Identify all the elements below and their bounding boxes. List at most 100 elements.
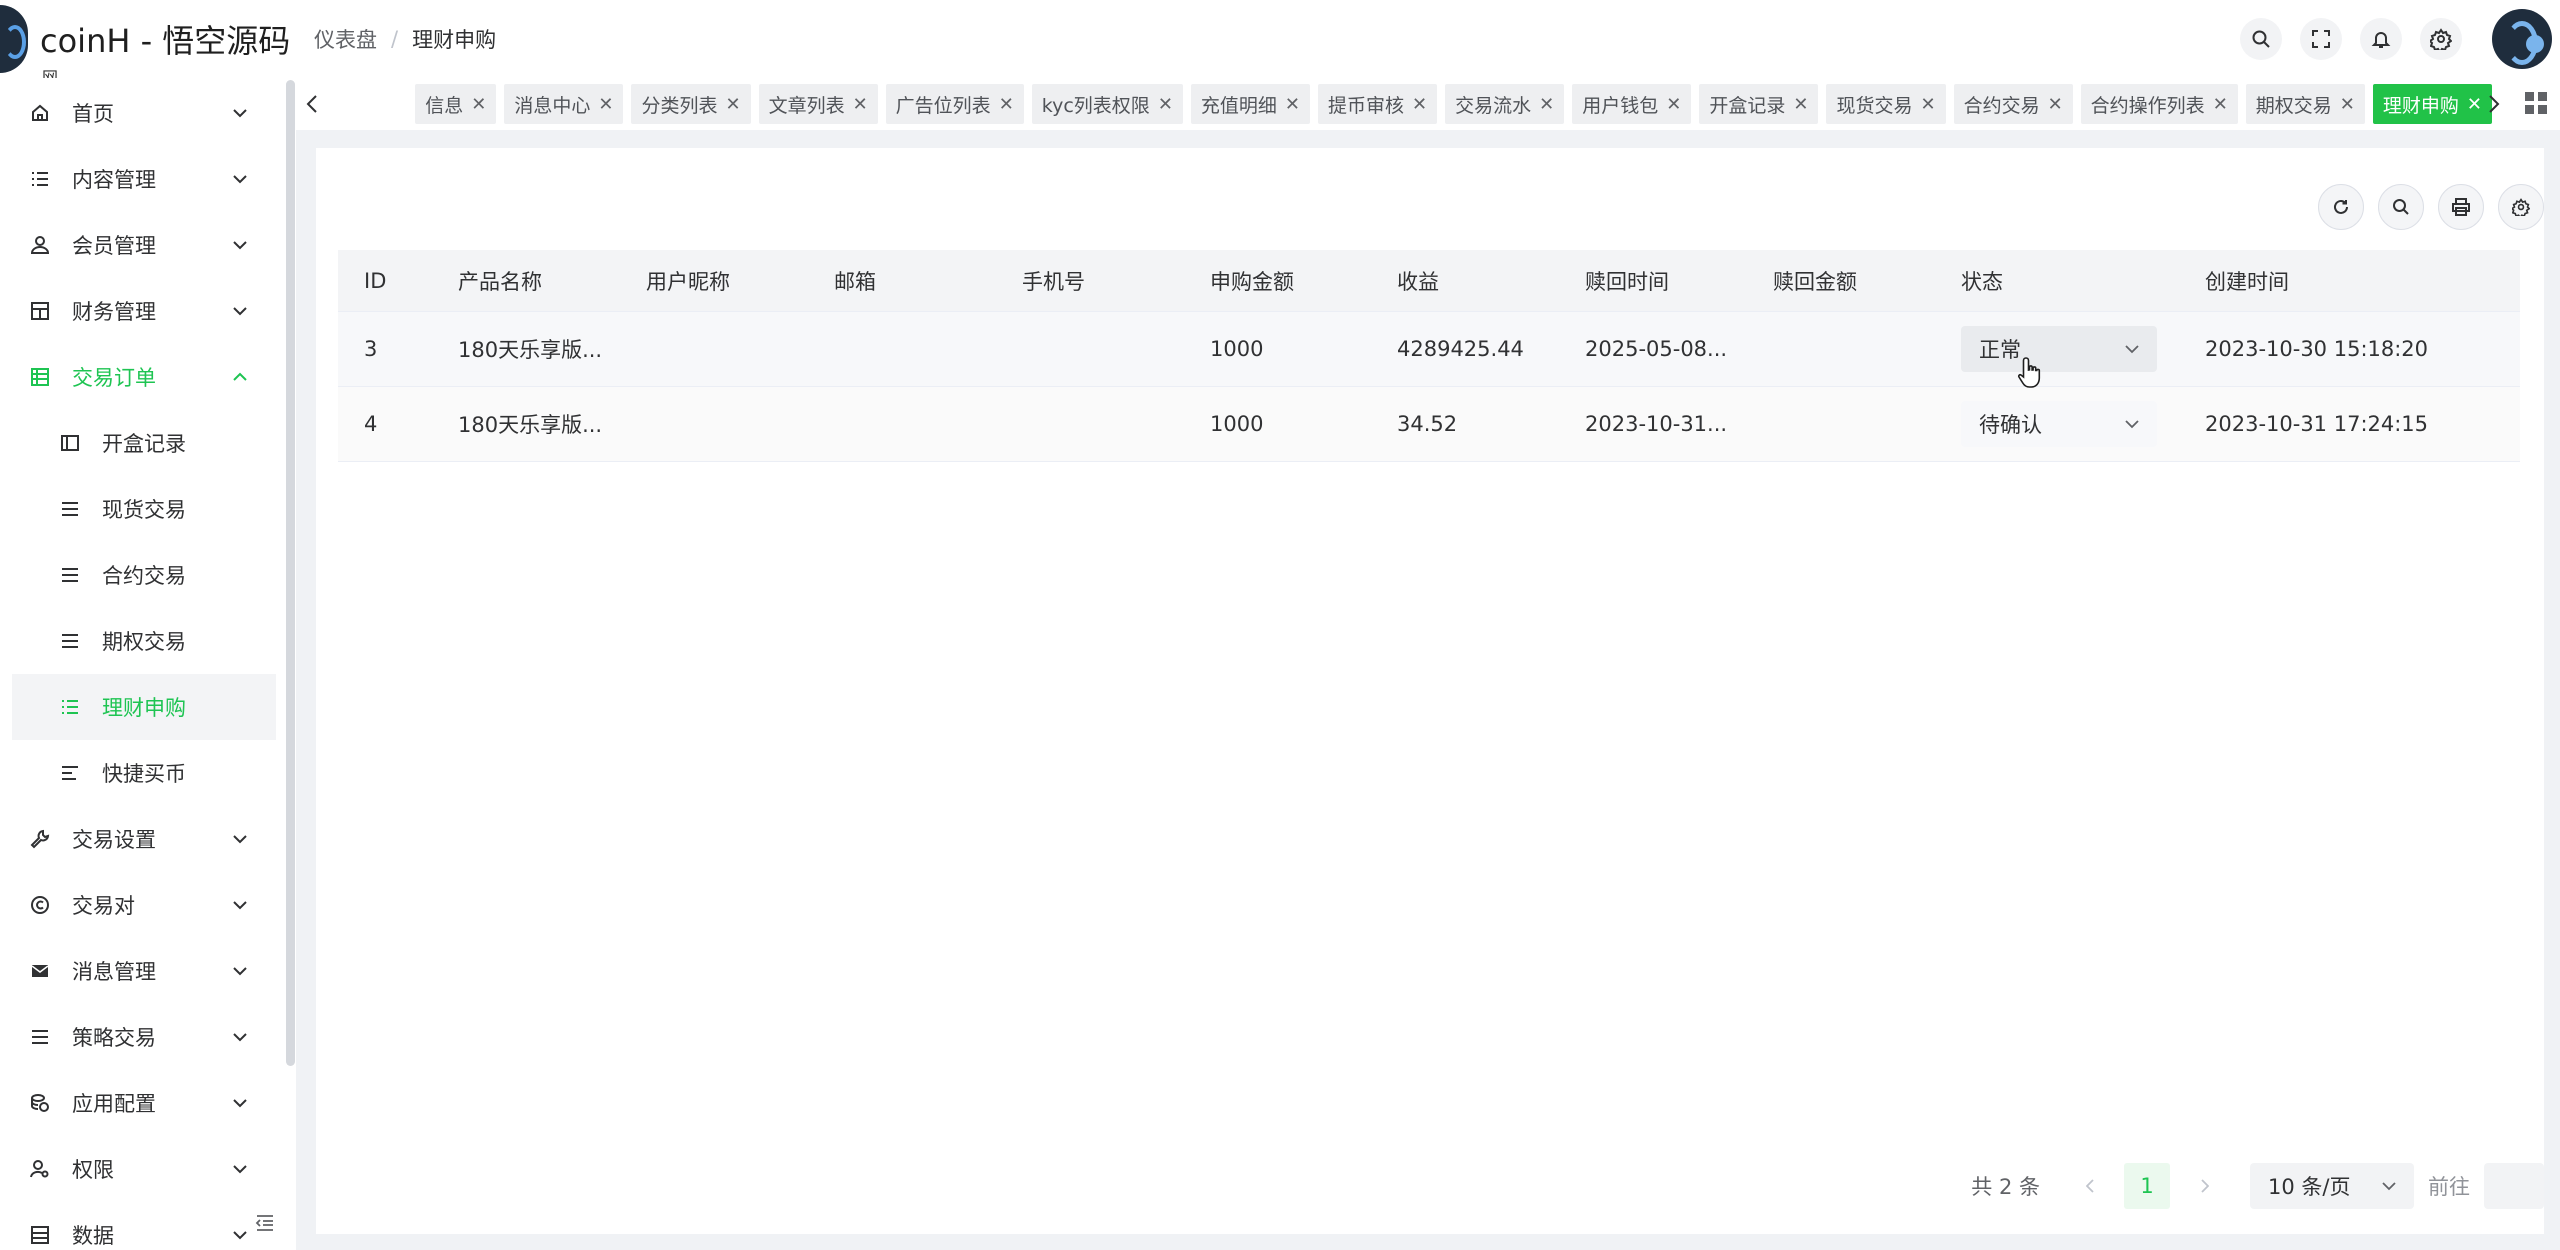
- gear-icon: [2512, 198, 2530, 216]
- tag-article-list[interactable]: 文章列表 ✕: [758, 84, 878, 124]
- sidebar-item-label: 策略交易: [72, 1026, 156, 1050]
- tags-scroll-left-button[interactable]: [300, 90, 324, 118]
- chevron-left-icon: [2085, 1179, 2094, 1193]
- sidebar-item-strategy[interactable]: 策略交易: [0, 1004, 276, 1070]
- tag-withdraw-review[interactable]: 提币审核 ✕: [1318, 84, 1438, 124]
- page-number[interactable]: 1: [2124, 1163, 2170, 1209]
- status-select[interactable]: 正常: [1961, 326, 2157, 372]
- pagination-total: 共 2 条: [1971, 1175, 2040, 1199]
- notification-button[interactable]: [2360, 18, 2402, 60]
- sidebar-subitem-wealth[interactable]: 理财申购: [12, 674, 276, 740]
- page-size-select[interactable]: 10 条/页: [2250, 1163, 2414, 1209]
- sidebar-item-finance[interactable]: 财务管理: [0, 278, 276, 344]
- table-row[interactable]: 3 180天乐享版... 1000 4289425.44 2025-05-08.…: [338, 312, 2520, 387]
- close-icon[interactable]: ✕: [1539, 94, 1554, 115]
- cell-product: 180天乐享版...: [458, 338, 603, 362]
- sidebar-subitem-quick-buy[interactable]: 快捷买币: [0, 740, 276, 806]
- refresh-button[interactable]: [2318, 184, 2364, 230]
- chevron-down-icon: [228, 893, 252, 917]
- table-toolbar: [2304, 184, 2544, 230]
- tag-wealth-subscribe[interactable]: 理财申购 ✕: [2372, 84, 2492, 124]
- data-table: ID 产品名称 用户昵称 邮箱 手机号 申购金额 收益 赎回时间 赎回金额 状态…: [338, 250, 2520, 462]
- close-icon[interactable]: ✕: [999, 94, 1014, 115]
- table-row[interactable]: 4 180天乐享版... 1000 34.52 2023-10-31... 待确…: [338, 387, 2520, 462]
- tag-ad-list[interactable]: 广告位列表 ✕: [885, 84, 1024, 124]
- search-button[interactable]: [2240, 18, 2282, 60]
- close-icon[interactable]: ✕: [1793, 94, 1808, 115]
- close-icon[interactable]: ✕: [2213, 94, 2228, 115]
- sidebar-item-label: 交易对: [72, 894, 135, 918]
- avatar[interactable]: [2492, 9, 2552, 69]
- column-header: 产品名称: [458, 269, 542, 294]
- close-icon[interactable]: ✕: [1285, 94, 1300, 115]
- next-page-button[interactable]: [2184, 1174, 2224, 1198]
- sidebar-item-app-config[interactable]: 应用配置: [0, 1070, 276, 1136]
- search-toggle-button[interactable]: [2378, 184, 2424, 230]
- tag-info[interactable]: 信息 ✕: [415, 84, 497, 124]
- menu-icon: [28, 1025, 52, 1049]
- tag-transaction-flow[interactable]: 交易流水 ✕: [1445, 84, 1565, 124]
- tags-menu-button[interactable]: [2524, 91, 2548, 115]
- close-icon[interactable]: ✕: [471, 94, 486, 115]
- status-value: 正常: [1979, 338, 2021, 362]
- chevron-down-icon: [2125, 344, 2139, 353]
- database-icon: [28, 1223, 52, 1247]
- print-button[interactable]: [2438, 184, 2484, 230]
- settings-button[interactable]: [2420, 18, 2462, 60]
- sidebar-item-home[interactable]: 首页: [0, 80, 276, 146]
- tag-kyc-list[interactable]: kyc列表权限 ✕: [1031, 84, 1183, 124]
- close-icon[interactable]: ✕: [1666, 94, 1681, 115]
- breadcrumb-home[interactable]: 仪表盘: [314, 24, 377, 54]
- tag-spot-trade[interactable]: 现货交易 ✕: [1826, 84, 1946, 124]
- close-icon[interactable]: ✕: [725, 94, 740, 115]
- sidebar-item-messages[interactable]: 消息管理: [0, 938, 276, 1004]
- sidebar-item-pairs[interactable]: 交易对: [0, 872, 276, 938]
- tag-category-list[interactable]: 分类列表 ✕: [631, 84, 751, 124]
- close-icon[interactable]: ✕: [598, 94, 613, 115]
- close-icon[interactable]: ✕: [2048, 94, 2063, 115]
- close-icon[interactable]: ✕: [853, 94, 868, 115]
- chevron-down-icon: [228, 1091, 252, 1115]
- tag-label: 交易流水: [1455, 94, 1532, 117]
- breadcrumb-separator: /: [391, 27, 399, 51]
- close-icon[interactable]: ✕: [2340, 94, 2355, 115]
- sidebar-subitem-options[interactable]: 期权交易: [0, 608, 276, 674]
- tag-label: 用户钱包: [1582, 94, 1659, 117]
- home-icon: [28, 101, 52, 125]
- status-select[interactable]: 待确认: [1961, 401, 2157, 447]
- goto-page-input[interactable]: [2484, 1163, 2544, 1209]
- sidebar-subitem-spot[interactable]: 现货交易: [0, 476, 276, 542]
- close-icon[interactable]: ✕: [1920, 94, 1935, 115]
- column-settings-button[interactable]: [2498, 184, 2544, 230]
- tag-label: 文章列表: [768, 94, 845, 117]
- close-icon[interactable]: ✕: [1158, 94, 1173, 115]
- cell-amount: 1000: [1210, 412, 1264, 436]
- tag-recharge-detail[interactable]: 充值明细 ✕: [1190, 84, 1311, 124]
- close-icon[interactable]: ✕: [2467, 94, 2482, 115]
- sidebar-item-content[interactable]: 内容管理: [0, 146, 276, 212]
- coins-icon: [28, 1091, 52, 1115]
- sidebar-item-label: 开盒记录: [102, 432, 186, 456]
- tag-contract-trade[interactable]: 合约交易 ✕: [1953, 84, 2073, 124]
- sidebar-subitem-contract[interactable]: 合约交易: [0, 542, 276, 608]
- sidebar-item-orders[interactable]: 交易订单: [0, 344, 276, 410]
- tag-message-center[interactable]: 消息中心 ✕: [504, 84, 624, 124]
- sidebar-item-data[interactable]: 数据: [0, 1202, 276, 1250]
- sidebar-subitem-box-records[interactable]: 开盒记录: [0, 410, 276, 476]
- tag-contract-ops[interactable]: 合约操作列表 ✕: [2080, 84, 2238, 124]
- tag-box-records[interactable]: 开盒记录 ✕: [1699, 84, 1819, 124]
- close-icon[interactable]: ✕: [1412, 94, 1427, 115]
- header-tools: [2240, 0, 2560, 78]
- prev-page-button[interactable]: [2070, 1174, 2110, 1198]
- tag-user-wallet[interactable]: 用户钱包 ✕: [1572, 84, 1692, 124]
- sidebar-item-permissions[interactable]: 权限: [0, 1136, 276, 1202]
- sidebar-scrollbar[interactable]: [286, 80, 295, 1066]
- chevron-down-icon: [228, 233, 252, 257]
- tag-options-trade[interactable]: 期权交易 ✕: [2245, 84, 2365, 124]
- collapse-sidebar-button[interactable]: [250, 1208, 280, 1238]
- tags-scroll-right-button[interactable]: [2482, 90, 2506, 118]
- sidebar-item-trade-settings[interactable]: 交易设置: [0, 806, 276, 872]
- fullscreen-button[interactable]: [2300, 18, 2342, 60]
- chevron-down-icon: [228, 299, 252, 323]
- sidebar-item-members[interactable]: 会员管理: [0, 212, 276, 278]
